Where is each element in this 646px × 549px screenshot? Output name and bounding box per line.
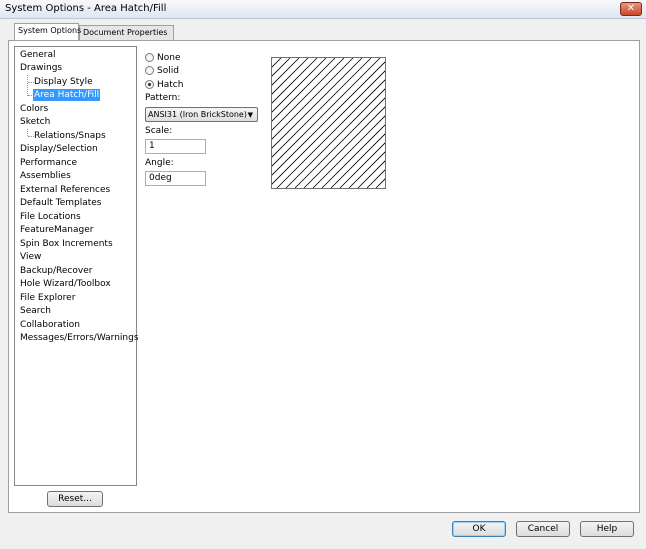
radio-solid[interactable] [145,66,154,75]
tree-item-messages-errors-warnings[interactable]: Messages/Errors/Warnings [19,332,140,344]
tab-label: Document Properties [83,28,168,37]
hatch-line [330,133,385,188]
pattern-select[interactable]: ANSI31 (Iron BrickStone) ▼ [145,107,258,122]
hatch-line [272,58,300,86]
radio-none[interactable] [145,53,154,62]
tab-label: System Options [18,26,82,35]
tree-item-display-style[interactable]: Display Style [33,76,94,88]
scale-input[interactable]: 1 [145,139,206,154]
hatch-line [348,151,385,188]
tree-connector [27,75,28,96]
tree-item-view[interactable]: View [19,251,42,263]
radio-hatch-label: Hatch [157,80,184,90]
cancel-button[interactable]: Cancel [516,521,570,537]
hatch-line [272,58,309,95]
hatch-line [321,124,385,188]
window-title: System Options - Area Hatch/Fill [5,3,167,14]
tree-item-display-selection[interactable]: Display/Selection [19,143,99,155]
close-icon: ✕ [626,3,636,14]
hatch-line [272,58,363,149]
tree-item-backup-recover[interactable]: Backup/Recover [19,265,93,277]
tree-item-file-explorer[interactable]: File Explorer [19,292,76,304]
hatch-line [294,97,385,188]
tab-system-options[interactable]: System Options [14,23,82,40]
tree-connector [27,129,28,136]
hatch-line [285,88,385,188]
hatch-line [303,106,385,188]
tree-item-drawings[interactable]: Drawings [19,62,63,74]
hatch-line [272,58,327,113]
title-bar: System Options - Area Hatch/Fill ✕ [0,0,646,19]
tree-item-collaboration[interactable]: Collaboration [19,319,81,331]
tree-item-spin-box-increments[interactable]: Spin Box Increments [19,238,114,250]
ok-button[interactable]: OK [452,521,506,537]
options-tree[interactable]: General Drawings Display Style Area Hatc… [14,46,140,486]
tree-item-sketch[interactable]: Sketch [19,116,51,128]
radio-selected-dot [148,83,151,86]
hatch-pattern-graphic [272,58,385,188]
pattern-label: Pattern: [145,93,181,103]
tree-item-colors[interactable]: Colors [19,103,49,115]
tree-item-default-templates[interactable]: Default Templates [19,197,103,209]
tree-item-search[interactable]: Search [19,305,52,317]
scale-label: Scale: [145,126,173,136]
tree-item-performance[interactable]: Performance [19,157,78,169]
tab-document-properties[interactable]: Document Properties [79,25,174,40]
pattern-value: ANSI31 (Iron BrickStone) [148,110,247,119]
reset-button[interactable]: Reset... [47,491,103,507]
tree-item-general[interactable]: General [19,49,56,61]
tree-item-featuremanager[interactable]: FeatureManager [19,224,94,236]
tree-item-hole-wizard-toolbox[interactable]: Hole Wizard/Toolbox [19,278,112,290]
tree-item-relations-snaps[interactable]: Relations/Snaps [33,130,107,142]
hatch-line [272,58,372,158]
tree-item-file-locations[interactable]: File Locations [19,211,82,223]
hatch-line [357,160,385,188]
radio-none-label: None [157,53,181,63]
radio-hatch[interactable] [145,80,154,89]
chevron-down-icon: ▼ [247,111,253,119]
hatch-line [272,58,354,140]
radio-solid-label: Solid [157,66,179,76]
angle-input[interactable]: 0deg [145,171,206,186]
hatch-preview [271,57,386,189]
angle-label: Angle: [145,158,174,168]
tree-item-external-references[interactable]: External References [19,184,111,196]
help-button[interactable]: Help [580,521,634,537]
close-button[interactable]: ✕ [620,2,642,16]
tree-item-area-hatch-fill[interactable]: Area Hatch/Fill [33,89,101,101]
hatch-line [272,58,336,122]
tree-item-assemblies[interactable]: Assemblies [19,170,72,182]
